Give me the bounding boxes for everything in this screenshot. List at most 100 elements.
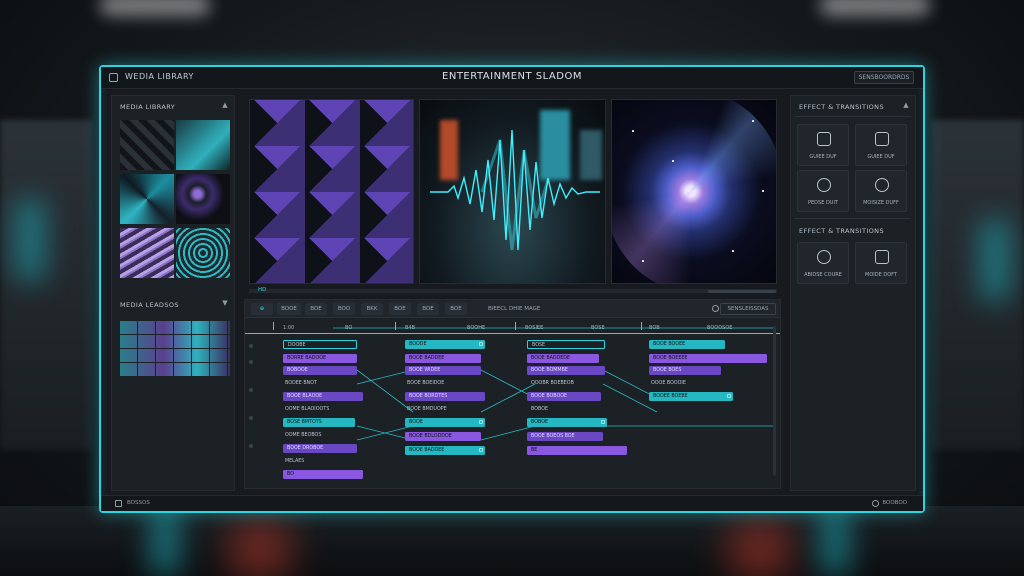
track-label: OOME BLAOIOOTS [285, 407, 330, 412]
media-thumbnail[interactable] [176, 174, 230, 224]
timeline-clip[interactable]: BOOE [405, 418, 485, 427]
media-thumbnail[interactable] [120, 120, 174, 170]
timeline-clip[interactable]: BOOE BOEEEE [649, 354, 767, 363]
media-leads-header[interactable]: MEDIA LEADSOS ▼ [112, 296, 234, 312]
clip-end-icon [479, 448, 483, 452]
media-thumbnail[interactable] [176, 228, 230, 278]
wave-hand-icon [817, 250, 831, 264]
title-bar: WEDIA LIBRARY ENTERTAINMENT SLADOM SENSB… [101, 67, 923, 89]
chevron-up-icon[interactable]: ▲ [222, 101, 228, 109]
star [642, 260, 644, 262]
clip-label: OOOBR BOEBEOB [531, 381, 574, 386]
effect-label: GUIEE DUF [809, 154, 837, 160]
effect-tile[interactable]: GUIEE DUF [855, 124, 907, 166]
window-title: ENTERTAINMENT SLADOM [442, 71, 582, 82]
timeline-clip[interactable]: BOSE BMTOTS [283, 418, 355, 427]
timeline-clip[interactable]: BOOE BOOEE [649, 340, 725, 349]
folder-icon[interactable] [115, 500, 122, 507]
effects-header[interactable]: EFFECT & TRANSITIONS ▲ [791, 98, 915, 114]
chevron-up-icon[interactable]: ▲ [903, 101, 909, 109]
effect-tile[interactable]: PEDSE DUIT [797, 170, 849, 212]
document-icon [817, 132, 831, 146]
timeline-clip[interactable]: BOOE WIDEE [405, 366, 481, 375]
timeline-clip[interactable]: BOOE BOES [649, 366, 721, 375]
clip-end-icon [601, 420, 605, 424]
background-glow [980, 220, 1010, 300]
effects-title-2: EFFECT & TRANSITIONS [799, 227, 884, 235]
media-thumbnail[interactable] [176, 120, 230, 170]
divider [795, 116, 911, 117]
effect-tile[interactable]: MOIDE DOFT [855, 242, 907, 284]
clip-end-icon [479, 420, 483, 424]
background-shelf-left [0, 120, 92, 450]
background-shelf-right [932, 120, 1024, 450]
timeline-clip[interactable]: BE [527, 446, 627, 455]
title-bar-button[interactable]: SENSBOORDRDS [854, 71, 914, 84]
track-label: MELAES [285, 459, 305, 464]
timeline-clip[interactable]: BOOEE BOEBE [649, 392, 733, 401]
timeline-clip[interactable]: BOOE BOEOS BOE [527, 432, 603, 441]
playback-progress[interactable] [708, 290, 776, 293]
timeline-clip[interactable]: BOOE BADDEE [405, 354, 481, 363]
preview-waveform[interactable] [419, 99, 606, 284]
status-bar: BOSSOS BOOBOO [101, 495, 923, 511]
media-thumbnail-grid[interactable] [120, 320, 230, 376]
timeline-clip[interactable]: BOOE BOBOOE [527, 392, 601, 401]
media-library-title: MEDIA LIBRARY [120, 103, 176, 111]
effects-panel: EFFECT & TRANSITIONS ▲ GUIEE DUF GUIEE D… [790, 95, 916, 491]
effect-tile[interactable]: GUIEE DUF [797, 124, 849, 166]
status-left-text: BOSSOS [127, 500, 150, 506]
blob-icon [875, 178, 889, 192]
clip-label: BOOE BOEIDOE [407, 381, 445, 386]
background-glow [15, 200, 45, 280]
chevron-down-icon[interactable]: ▼ [222, 299, 228, 307]
layers-icon [875, 250, 889, 264]
effect-label: MOISIZE DUFF [863, 200, 899, 206]
timeline-scrollbar[interactable] [773, 326, 776, 476]
star [762, 190, 764, 192]
timeline-clip[interactable]: BOOE BLAOOE [283, 392, 363, 401]
timeline-clip[interactable]: BOOE DROBOE [283, 444, 357, 453]
media-library-header[interactable]: MEDIA LIBRARY ▲ [112, 98, 234, 114]
track-label: BOOEE BNOT [285, 381, 317, 386]
clip-label: BOOE BMDUOPE [407, 407, 447, 412]
effect-label: MOIDE DOFT [865, 272, 897, 278]
effect-tile[interactable]: MOISIZE DUFF [855, 170, 907, 212]
timeline-clip[interactable]: BORRE BADOOE [283, 354, 357, 363]
ceiling-light [100, 0, 210, 16]
status-right-text: BOOBOO [882, 500, 907, 506]
clip-end-icon [479, 342, 483, 346]
track-label: OOME BEOBOS [285, 433, 322, 438]
preview-geometric[interactable] [249, 99, 414, 284]
timeline-clip[interactable]: BOOE BORDTES [405, 392, 485, 401]
timeline-clip[interactable]: BO [283, 470, 363, 479]
user-icon [875, 132, 889, 146]
ceiling-light [820, 0, 930, 16]
preview-galaxy[interactable] [611, 99, 777, 284]
effect-label: GUIEE DUF [867, 154, 895, 160]
timeline-clip[interactable]: BOBOOE [283, 366, 357, 375]
effects-header-2[interactable]: EFFECT & TRANSITIONS [791, 222, 915, 238]
timeline-clip[interactable]: BOODE [405, 340, 485, 349]
timeline-clip[interactable]: BOOE BOMMBE [527, 366, 605, 375]
clip-label: OOOE BOOOIE [651, 381, 686, 386]
preview-scrubber[interactable] [249, 289, 777, 293]
timeline-panel: ⊕ BOOE BOE BOO BKK BOE BOE BOE BIEECL DH… [244, 299, 781, 489]
background-glow [820, 505, 850, 575]
star [752, 120, 754, 122]
media-thumbnail[interactable] [120, 174, 174, 224]
audio-waveform [430, 129, 600, 251]
timeline-clip[interactable]: BOSE [527, 340, 605, 349]
timeline-clip[interactable]: BOOE BADDEDE [527, 354, 599, 363]
effect-label: ABIDSE COURE [804, 272, 842, 278]
effect-tile[interactable]: ABIDSE COURE [797, 242, 849, 284]
media-thumbnail[interactable] [120, 228, 174, 278]
timeline-clip[interactable]: BOOE BADDEE [405, 446, 485, 455]
timeline-clip[interactable]: BOBOE [527, 418, 607, 427]
timeline-clip[interactable]: BOOE BDLODDOE [405, 432, 481, 441]
star [632, 130, 634, 132]
gear-icon[interactable] [872, 500, 879, 507]
ring-icon [817, 178, 831, 192]
timeline-clip[interactable]: DOOBE [283, 340, 357, 349]
background-glow [150, 505, 180, 575]
